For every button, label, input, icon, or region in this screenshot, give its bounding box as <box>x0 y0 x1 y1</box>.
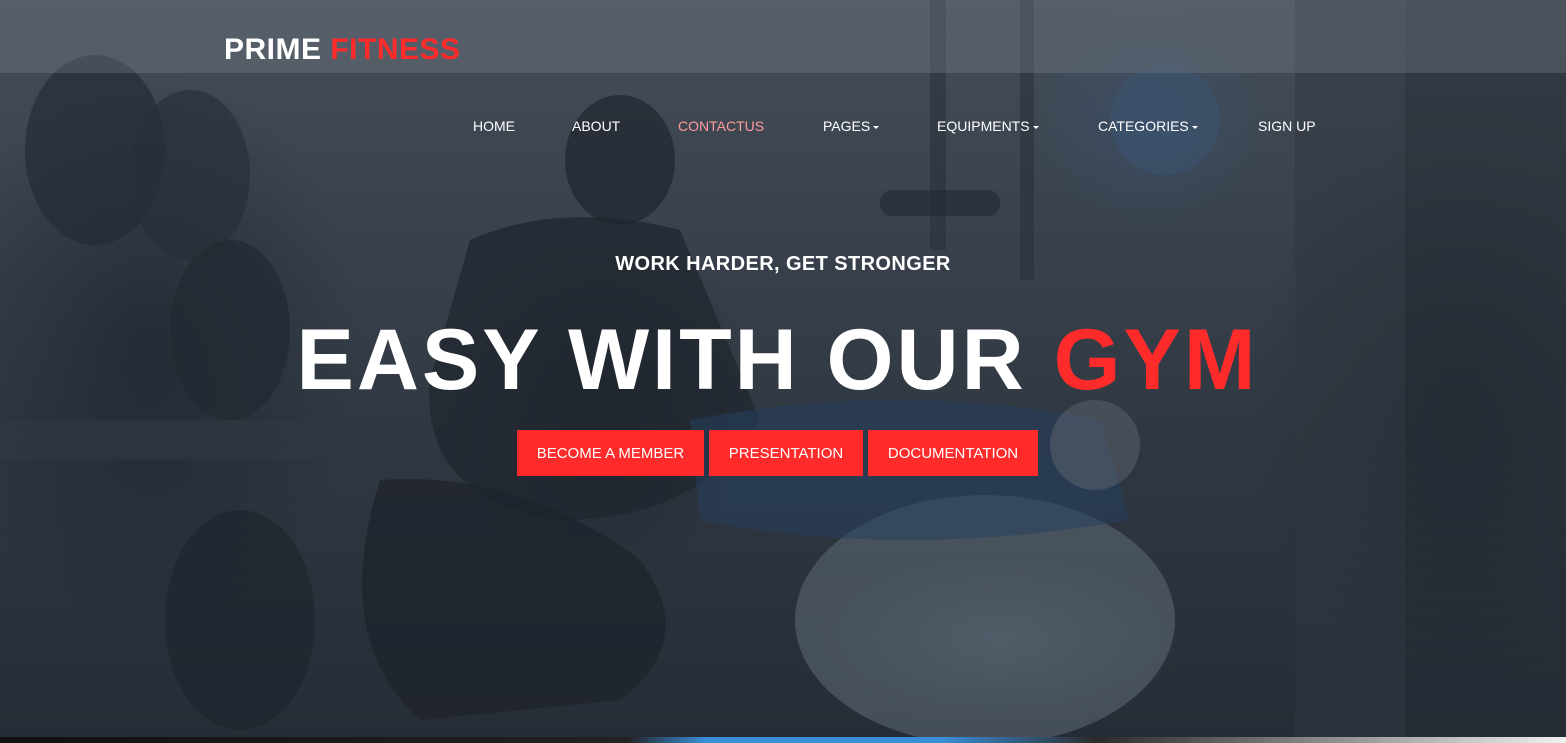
brand-name-accent: FITNESS <box>330 33 461 66</box>
nav-item-home[interactable]: HOME <box>473 116 515 136</box>
nav-item-categories[interactable]: CATEGORIES <box>1098 116 1198 136</box>
presentation-button[interactable]: PRESENTATION <box>709 430 863 476</box>
nav-item-about[interactable]: ABOUT <box>572 116 620 136</box>
caret-down-icon <box>873 125 880 129</box>
caret-down-icon <box>1032 125 1039 129</box>
nav-item-contactus[interactable]: CONTACTUS <box>678 116 764 136</box>
brand-logo[interactable]: PRIME FITNESS <box>224 32 461 68</box>
hero-headline-main: EASY WITH OUR <box>296 312 1027 408</box>
nav-item-sign-up[interactable]: SIGN UP <box>1258 116 1316 136</box>
next-section-edge <box>0 737 1566 743</box>
nav-item-equipments[interactable]: EQUIPMENTS <box>937 116 1039 136</box>
documentation-button[interactable]: DOCUMENTATION <box>868 430 1038 476</box>
become-member-button[interactable]: BECOME A MEMBER <box>517 430 704 476</box>
hero-headline-accent: GYM <box>1053 312 1259 408</box>
nav-item-pages-label: PAGES <box>823 118 871 134</box>
hero-headline: EASY WITH OUR GYM <box>0 312 1555 408</box>
caret-down-icon <box>1191 125 1198 129</box>
nav-item-categories-label: CATEGORIES <box>1098 118 1189 134</box>
nav-item-equipments-label: EQUIPMENTS <box>937 118 1030 134</box>
brand-name-primary: PRIME <box>224 33 322 66</box>
hero-subtitle: WORK HARDER, GET STRONGER <box>615 253 951 275</box>
main-navigation: HOME ABOUT CONTACTUS PAGES EQUIPMENTS CA… <box>0 116 1566 136</box>
nav-item-pages[interactable]: PAGES <box>823 116 880 136</box>
hero-section: PRIME FITNESS HOME ABOUT CONTACTUS PAGES… <box>0 0 1566 743</box>
